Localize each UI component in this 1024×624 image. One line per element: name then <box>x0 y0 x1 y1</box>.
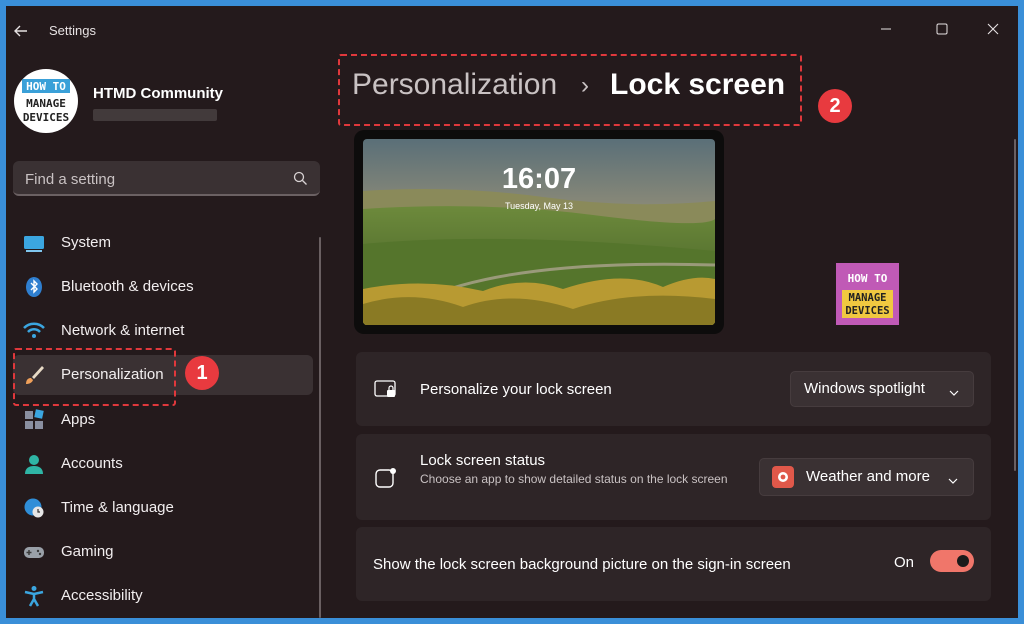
avatar[interactable]: HOW TO MANAGE DEVICES <box>14 69 78 133</box>
sidebar-item-apps[interactable]: Apps <box>13 400 313 440</box>
personalize-title: Personalize your lock screen <box>420 381 612 398</box>
sidebar-item-network[interactable]: Network & internet <box>13 311 313 351</box>
logo-line-2: MANAGE <box>849 292 887 304</box>
preview-wallpaper: 16:07 Tuesday, May 13 <box>363 139 715 325</box>
annotation-badge-1: 1 <box>185 356 219 390</box>
close-button[interactable] <box>970 14 1016 44</box>
settings-window: Settings HOW TO MANAGE DEVICES HTMD Comm… <box>6 6 1018 618</box>
sidebar-item-label: Accessibility <box>61 587 143 604</box>
minimize-button[interactable] <box>863 14 909 44</box>
sidebar-item-system[interactable]: System <box>13 223 313 263</box>
dropdown-value: Windows spotlight <box>804 380 925 397</box>
svg-text:HOW TO: HOW TO <box>26 80 66 93</box>
svg-text:MANAGE: MANAGE <box>26 97 66 110</box>
lock-date: Tuesday, May 13 <box>504 201 574 211</box>
app-title: Settings <box>49 23 96 38</box>
sidebar-item-label: Accounts <box>61 455 123 472</box>
htmd-logo-icon: HOW TO MANAGE DEVICES <box>22 79 70 124</box>
sidebar-item-time-language[interactable]: Time & language <box>13 488 313 528</box>
sidebar-item-accounts[interactable]: Accounts <box>13 444 313 484</box>
weather-app-icon <box>772 466 794 488</box>
apps-icon <box>23 409 45 431</box>
sidebar-item-bluetooth[interactable]: Bluetooth & devices <box>13 267 313 307</box>
user-email-redacted <box>93 109 217 121</box>
status-widget-icon <box>374 466 398 490</box>
search-box[interactable]: Find a setting <box>13 161 320 196</box>
lock-screen-status-card: Lock screen status Choose an app to show… <box>356 434 991 520</box>
sidebar-item-gaming[interactable]: Gaming <box>13 532 313 572</box>
lock-screen-type-dropdown[interactable]: Windows spotlight <box>790 371 974 407</box>
back-arrow-icon[interactable] <box>12 22 30 40</box>
status-description: Choose an app to show detailed status on… <box>420 472 728 486</box>
accessibility-icon <box>23 585 45 607</box>
sidebar-item-label: Time & language <box>61 499 174 516</box>
sidebar-item-label: Bluetooth & devices <box>61 278 194 295</box>
search-icon[interactable] <box>293 171 308 186</box>
svg-text:DEVICES: DEVICES <box>23 111 69 124</box>
signin-background-title: Show the lock screen background picture … <box>373 556 791 573</box>
main-scrollbar[interactable] <box>1014 139 1016 471</box>
lock-screen-preview: 16:07 Tuesday, May 13 <box>354 130 724 334</box>
globe-clock-icon <box>23 497 45 519</box>
gamepad-icon <box>23 541 45 563</box>
signin-background-toggle[interactable] <box>930 550 974 572</box>
wifi-icon <box>23 320 45 342</box>
user-name: HTMD Community <box>93 85 223 102</box>
system-icon <box>23 232 45 254</box>
sidebar-item-label: Network & internet <box>61 322 185 339</box>
lock-screen-display-icon <box>374 377 398 401</box>
chevron-down-icon <box>948 473 958 484</box>
lock-screen-status-dropdown[interactable]: Weather and more <box>759 458 974 496</box>
sidebar-item-label: Gaming <box>61 543 114 560</box>
sidebar-item-accessibility[interactable]: Accessibility <box>13 576 313 616</box>
maximize-button[interactable] <box>919 14 965 44</box>
personalize-lock-screen-card: Personalize your lock screen Windows spo… <box>356 352 991 426</box>
search-input[interactable]: Find a setting <box>25 171 115 188</box>
sidebar-item-label: Apps <box>61 411 96 428</box>
annotation-box-1 <box>13 348 176 406</box>
toggle-state-label: On <box>894 554 915 571</box>
bluetooth-icon <box>23 276 45 298</box>
sidebar-scrollbar[interactable] <box>319 237 321 618</box>
chevron-down-icon <box>949 385 959 396</box>
logo-line-3: DEVICES <box>845 305 889 317</box>
toggle-knob <box>957 555 969 567</box>
signin-background-card: Show the lock screen background picture … <box>356 527 991 601</box>
annotation-box-2 <box>338 54 802 126</box>
lock-time: 16:07 <box>501 163 577 195</box>
accounts-icon <box>23 453 45 475</box>
status-title: Lock screen status <box>420 452 546 469</box>
htmd-watermark-logo: HOW TO MANAGE DEVICES <box>836 263 899 325</box>
dropdown-value: Weather and more <box>806 468 930 485</box>
sidebar-item-label: System <box>61 234 112 251</box>
annotation-badge-2: 2 <box>818 89 852 123</box>
logo-line-1: HOW TO <box>848 272 888 285</box>
